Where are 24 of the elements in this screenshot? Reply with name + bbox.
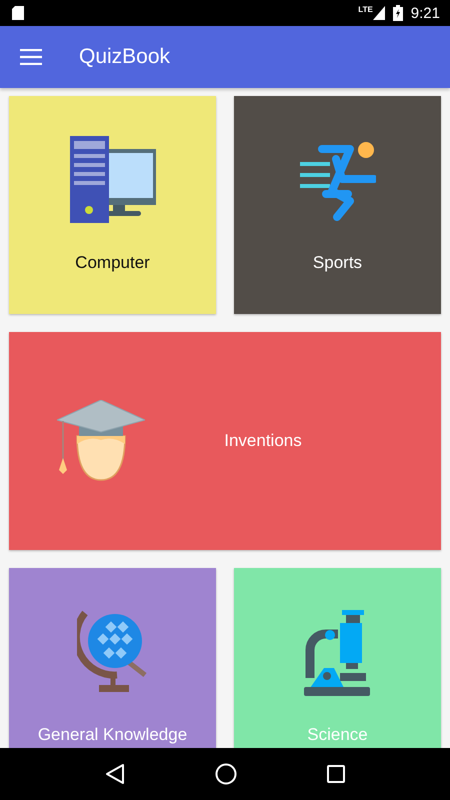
- graduate-icon: [57, 400, 145, 482]
- sd-card-icon: [12, 6, 24, 20]
- category-card[interactable]: Computer: [9, 96, 216, 314]
- category-label: Computer: [75, 253, 150, 273]
- microscope-icon: [304, 608, 372, 696]
- category-card[interactable]: Sports: [234, 96, 441, 314]
- recents-button[interactable]: [327, 765, 345, 783]
- battery-charging-icon: [392, 5, 403, 21]
- home-button[interactable]: [215, 763, 237, 785]
- back-button[interactable]: [105, 763, 125, 785]
- category-card[interactable]: Inventions: [9, 332, 441, 550]
- category-label: General Knowledge: [38, 725, 188, 745]
- category-label: Sports: [312, 253, 362, 273]
- category-label: Inventions: [223, 431, 303, 451]
- category-card[interactable]: General Knowledge: [9, 568, 216, 748]
- clock-time: 9:21: [410, 4, 440, 22]
- signal-icon: [372, 6, 385, 20]
- computer-icon: [68, 136, 156, 224]
- menu-button[interactable]: [20, 49, 42, 65]
- globe-icon: [76, 609, 148, 695]
- app-title: QuizBook: [79, 45, 170, 69]
- running-person-icon: [300, 139, 376, 221]
- category-label: Science: [307, 725, 368, 745]
- network-label: LTE: [358, 5, 373, 14]
